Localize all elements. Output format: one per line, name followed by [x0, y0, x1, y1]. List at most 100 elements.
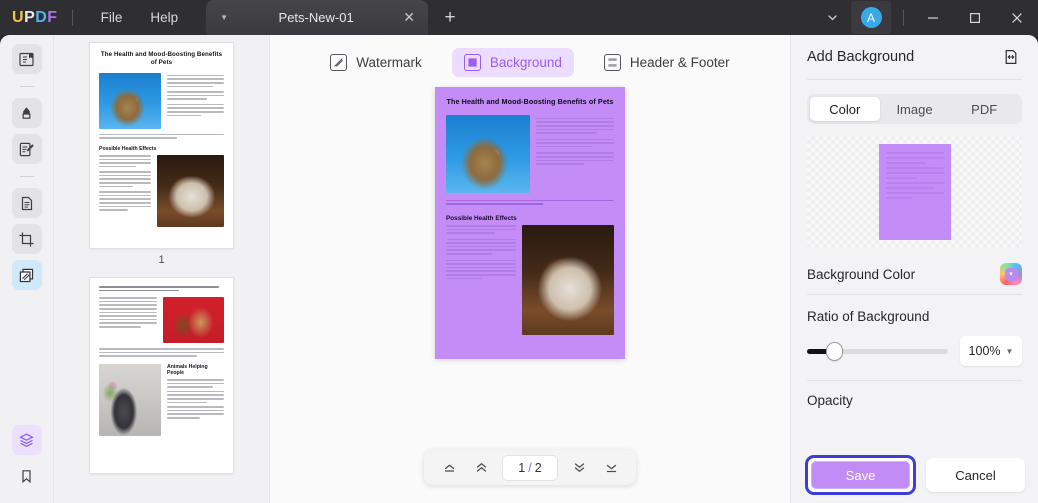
tab-watermark[interactable]: Watermark — [318, 48, 434, 77]
chevron-down-icon[interactable]: ▼ — [214, 8, 234, 28]
grey-cat-photo — [99, 363, 161, 436]
expand-panel-icon[interactable] — [1000, 46, 1022, 68]
panel-header: Add Background — [791, 35, 1038, 79]
logo-letter-d: D — [35, 8, 48, 26]
title-bar: U P D F File Help ▼ Pets-New-01 ✕ + A — [0, 0, 1038, 35]
last-page-icon[interactable] — [596, 455, 626, 481]
tab-watermark-label: Watermark — [356, 54, 422, 70]
document-tab[interactable]: ▼ Pets-New-01 ✕ — [206, 0, 429, 35]
watermark-icon — [330, 53, 348, 71]
save-button[interactable]: Save — [811, 461, 910, 489]
document-tab-label: Pets-New-01 — [278, 10, 354, 25]
background-color-picker[interactable]: ▾ — [1000, 263, 1022, 285]
thumb-heading: Possible Health Effects — [99, 145, 157, 152]
background-color-row: Background Color ▾ — [791, 254, 1038, 294]
panel-footer: Save Cancel — [791, 447, 1038, 503]
page-number-input[interactable]: 1 / 2 — [502, 454, 558, 481]
sidebar-item-reader[interactable] — [11, 44, 42, 74]
divider — [19, 86, 34, 87]
close-icon[interactable]: ✕ — [398, 7, 420, 29]
dog-photo — [157, 154, 224, 227]
ratio-value-select[interactable]: 100% ▼ — [960, 336, 1022, 366]
preview-page — [878, 144, 951, 240]
page-separator: / — [528, 460, 532, 475]
thumb-title: The Health and Mood-Boosting Benefits of… — [100, 51, 223, 67]
page-title: The Health and Mood-Boosting Benefits of… — [446, 97, 614, 106]
panel-title: Add Background — [807, 49, 915, 65]
thumbnail-list: The Health and Mood-Boosting Benefits of… — [54, 43, 269, 503]
thumbnail-page-2[interactable]: Animals Helping People — [90, 278, 233, 473]
tool-rail — [0, 35, 54, 503]
cat-photo — [99, 72, 161, 129]
background-preview — [807, 136, 1022, 248]
tab-header-footer-label: Header & Footer — [629, 54, 730, 70]
maximize-icon[interactable] — [954, 0, 996, 35]
thumb-heading-2: Animals Helping People — [167, 363, 208, 376]
next-page-icon[interactable] — [564, 455, 594, 481]
logo-letter-f: F — [47, 8, 58, 26]
dogs-costume-photo — [163, 297, 224, 344]
prev-page-icon[interactable] — [466, 455, 496, 481]
titlebar-right: A — [817, 0, 1038, 35]
app-logo: U P D F — [12, 9, 58, 27]
menu-file[interactable]: File — [87, 4, 137, 31]
segment-pdf[interactable]: PDF — [949, 97, 1019, 121]
app-window: U P D F File Help ▼ Pets-New-01 ✕ + A Th… — [0, 0, 1038, 503]
account-button[interactable]: A — [851, 1, 891, 34]
main-shell: The Health and Mood-Boosting Benefits of… — [0, 35, 1038, 503]
sidebar-item-bookmark[interactable] — [12, 461, 42, 491]
background-icon — [463, 53, 481, 71]
sidebar-item-crop[interactable] — [11, 224, 42, 254]
chevron-down-icon: ▼ — [1005, 346, 1014, 356]
menu-help[interactable]: Help — [136, 4, 192, 31]
page-preview[interactable]: The Health and Mood-Boosting Benefits of… — [435, 87, 625, 359]
avatar: A — [860, 7, 882, 28]
cat-photo — [446, 114, 530, 193]
page-navigation: 1 / 2 — [424, 450, 636, 485]
new-tab-button[interactable]: + — [436, 4, 464, 32]
logo-letter-p: P — [24, 8, 36, 26]
divider — [19, 176, 34, 177]
save-button-focus-ring: Save — [805, 455, 916, 495]
close-icon[interactable] — [996, 0, 1038, 35]
thumbnail-pane[interactable]: The Health and Mood-Boosting Benefits of… — [54, 35, 270, 503]
divider — [71, 9, 73, 26]
background-type-segmented: Color Image PDF — [807, 94, 1022, 124]
page-section-heading: Possible Health Effects — [446, 214, 517, 222]
segment-color[interactable]: Color — [810, 97, 880, 121]
ratio-slider-handle[interactable] — [827, 342, 842, 360]
ratio-slider[interactable] — [807, 342, 948, 360]
sidebar-item-highlighter[interactable] — [11, 98, 42, 128]
background-toolbar: Watermark Background Header & Footer — [318, 39, 741, 85]
opacity-label: Opacity — [807, 393, 853, 408]
add-background-panel: Add Background Color Image PDF Backgroun… — [790, 35, 1038, 503]
ratio-row: 100% ▼ — [791, 336, 1038, 366]
sidebar-item-annotate[interactable] — [11, 134, 42, 164]
sidebar-item-watermark-background[interactable] — [11, 260, 42, 290]
sidebar-item-layers[interactable] — [11, 425, 42, 455]
divider — [807, 380, 1022, 381]
divider — [807, 79, 1022, 80]
tab-background[interactable]: Background — [451, 47, 574, 77]
chevron-down-icon[interactable] — [817, 5, 847, 31]
header-footer-icon — [603, 53, 621, 71]
background-color-label: Background Color — [807, 266, 916, 282]
thumbnail-page-1[interactable]: The Health and Mood-Boosting Benefits of… — [90, 43, 233, 248]
ratio-value: 100% — [968, 344, 1001, 358]
tab-background-label: Background — [489, 54, 562, 70]
tab-strip: ▼ Pets-New-01 ✕ + — [206, 0, 464, 35]
document-viewer: Watermark Background Header & Footer The… — [270, 35, 790, 503]
minimize-icon[interactable] — [912, 0, 954, 35]
tab-header-footer[interactable]: Header & Footer — [592, 48, 742, 77]
divider — [903, 9, 904, 26]
segment-image[interactable]: Image — [880, 97, 950, 121]
dog-photo — [522, 224, 614, 335]
current-page: 1 — [518, 460, 526, 475]
total-pages: 2 — [534, 460, 542, 475]
cancel-button[interactable]: Cancel — [926, 458, 1025, 492]
thumbnail-page-number: 1 — [158, 254, 165, 266]
chevron-down-icon: ▾ — [1004, 267, 1018, 281]
divider — [807, 294, 1022, 295]
first-page-icon[interactable] — [434, 455, 464, 481]
sidebar-item-organize-pages[interactable] — [11, 188, 42, 218]
